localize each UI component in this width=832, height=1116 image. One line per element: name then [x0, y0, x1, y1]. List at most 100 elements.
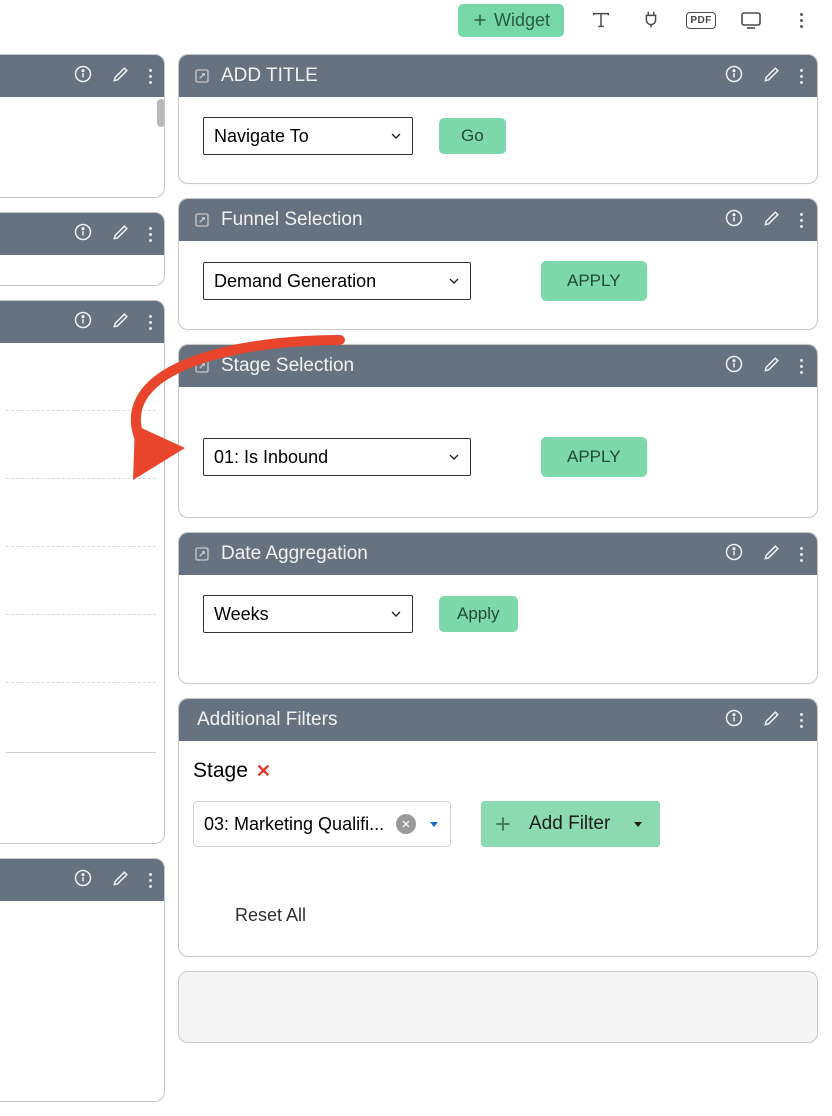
info-icon [73, 868, 93, 888]
empty-card [178, 971, 818, 1043]
funnel-apply-button[interactable]: APPLY [541, 261, 647, 301]
expand-icon [193, 67, 211, 85]
additional-filters-header: Additional Filters [179, 699, 817, 741]
edit-button[interactable] [762, 542, 782, 567]
plus-icon [493, 814, 513, 834]
stage-selection-body: 01: Is Inbound APPLY [179, 387, 817, 517]
info-button[interactable] [73, 64, 93, 89]
info-icon [724, 708, 744, 728]
info-button[interactable] [73, 310, 93, 335]
kebab-icon [149, 227, 152, 242]
edit-button[interactable] [111, 222, 131, 247]
left-card-3 [0, 300, 165, 844]
info-button[interactable] [73, 222, 93, 247]
left-card-2-body [0, 255, 164, 285]
left-card-4 [0, 858, 165, 1102]
brush-tool-button[interactable] [638, 7, 664, 33]
kebab-icon [800, 713, 803, 728]
edit-button[interactable] [111, 868, 131, 893]
pencil-icon [111, 868, 131, 888]
overflow-button[interactable] [800, 213, 803, 228]
overflow-button[interactable] [149, 69, 152, 84]
date-aggregation-apply-button[interactable]: Apply [439, 596, 518, 632]
text-icon [590, 9, 612, 31]
pencil-icon [111, 310, 131, 330]
left-card-1 [0, 54, 165, 198]
overflow-button[interactable] [800, 713, 803, 728]
overflow-button[interactable] [149, 315, 152, 330]
toolbar-overflow-button[interactable] [788, 7, 814, 33]
widget-button-label: Widget [494, 10, 550, 31]
pencil-icon [111, 64, 131, 84]
date-aggregation-value: Weeks [214, 604, 269, 625]
left-panel-column [0, 54, 165, 1102]
text-tool-button[interactable] [588, 7, 614, 33]
pencil-icon [762, 708, 782, 728]
caret-down-icon [428, 818, 440, 830]
filter-field-row: Stage ✕ [193, 759, 803, 783]
info-button[interactable] [724, 208, 744, 233]
filter-value-select[interactable]: 03: Marketing Qualifi... [193, 801, 451, 847]
overflow-button[interactable] [800, 69, 803, 84]
left-card-2 [0, 212, 165, 286]
brush-icon [640, 9, 662, 31]
info-button[interactable] [724, 354, 744, 379]
date-aggregation-card: Date Aggregation Weeks Apply [178, 532, 818, 684]
stage-select-value: 01: Is Inbound [214, 447, 328, 468]
navigate-to-select[interactable]: Navigate To [203, 117, 413, 155]
info-button[interactable] [724, 542, 744, 567]
edit-button[interactable] [111, 64, 131, 89]
expand-icon [193, 211, 211, 229]
pencil-icon [762, 542, 782, 562]
edit-button[interactable] [762, 208, 782, 233]
edit-button[interactable] [111, 310, 131, 335]
stage-select[interactable]: 01: Is Inbound [203, 438, 471, 476]
clear-filter-value-button[interactable] [396, 814, 416, 834]
widget-button[interactable]: Widget [458, 4, 564, 37]
overflow-button[interactable] [149, 873, 152, 888]
info-button[interactable] [724, 708, 744, 733]
add-title-body: Navigate To Go [179, 97, 817, 183]
edit-button[interactable] [762, 354, 782, 379]
scrollbar-thumb[interactable] [157, 99, 165, 127]
pencil-icon [762, 64, 782, 84]
remove-filter-button[interactable]: ✕ [256, 761, 271, 782]
info-button[interactable] [724, 64, 744, 89]
funnel-select[interactable]: Demand Generation [203, 262, 471, 300]
chevron-down-icon [446, 273, 462, 289]
info-icon [724, 64, 744, 84]
funnel-selection-body: Demand Generation APPLY [179, 241, 817, 329]
stage-apply-button[interactable]: APPLY [541, 437, 647, 477]
date-aggregation-heading: Date Aggregation [221, 543, 724, 565]
reset-all-button[interactable]: Reset All [235, 905, 803, 926]
kebab-icon [149, 69, 152, 84]
kebab-icon [800, 547, 803, 562]
left-card-3-header [0, 301, 164, 343]
edit-button[interactable] [762, 64, 782, 89]
display-button[interactable] [738, 7, 764, 33]
filter-value-text: 03: Marketing Qualifi... [204, 814, 392, 835]
kebab-icon [800, 213, 803, 228]
overflow-button[interactable] [800, 547, 803, 562]
go-button[interactable]: Go [439, 118, 506, 154]
info-icon [724, 354, 744, 374]
info-icon [724, 208, 744, 228]
overflow-button[interactable] [800, 359, 803, 374]
left-card-1-header [0, 55, 164, 97]
chevron-down-icon [388, 606, 404, 622]
stage-selection-card: Stage Selection 01: Is Inbound APPLY [178, 344, 818, 518]
edit-button[interactable] [762, 708, 782, 733]
pencil-icon [762, 208, 782, 228]
overflow-button[interactable] [149, 227, 152, 242]
info-button[interactable] [73, 868, 93, 893]
funnel-selection-header: Funnel Selection [179, 199, 817, 241]
add-filter-button[interactable]: Add Filter [481, 801, 660, 847]
pdf-export-button[interactable]: PDF [688, 7, 714, 33]
main-column: ADD TITLE Navigate To Go Funnel Selectio… [178, 54, 818, 1043]
date-aggregation-select[interactable]: Weeks [203, 595, 413, 633]
chevron-down-icon [388, 128, 404, 144]
monitor-icon [739, 8, 763, 32]
pencil-icon [111, 222, 131, 242]
filter-value-dropdown-toggle[interactable] [428, 814, 440, 835]
stage-selection-heading: Stage Selection [221, 355, 724, 377]
